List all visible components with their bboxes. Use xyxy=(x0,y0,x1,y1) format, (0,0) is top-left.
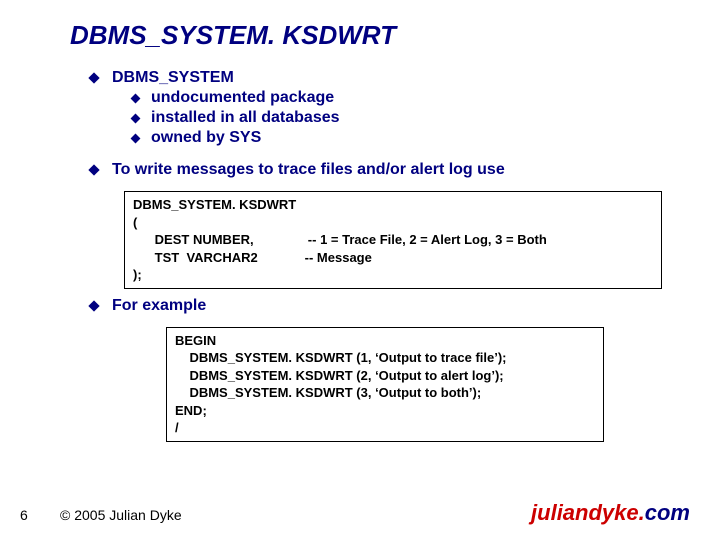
bullet-level1: DBMS_SYSTEM undocumented package install… xyxy=(90,69,680,149)
bullet-level1: To write messages to trace files and/or … xyxy=(90,161,680,179)
bullet-icon xyxy=(88,164,99,175)
code-block-example: BEGIN DBMS_SYSTEM. KSDWRT (1, ‘Output to… xyxy=(166,327,604,442)
slide-title: DBMS_SYSTEM. KSDWRT xyxy=(70,20,680,51)
footer: 6 © 2005 Julian Dyke juliandyke.com xyxy=(0,500,720,526)
bullet-text: To write messages to trace files and/or … xyxy=(112,161,505,179)
page-number: 6 xyxy=(20,507,60,523)
bullet-text: undocumented package xyxy=(151,89,334,107)
bullet-icon xyxy=(88,72,99,83)
bullet-level2: installed in all databases xyxy=(132,109,680,127)
bullet-level2: owned by SYS xyxy=(132,129,680,147)
brand: juliandyke.com xyxy=(531,500,690,526)
bullet-level1: For example xyxy=(90,297,680,315)
bullet-text: For example xyxy=(112,297,206,315)
bullet-icon xyxy=(131,134,141,144)
bullet-icon xyxy=(131,94,141,104)
brand-part-a: juliandyke. xyxy=(531,500,645,525)
copyright: © 2005 Julian Dyke xyxy=(60,507,531,523)
bullet-text: DBMS_SYSTEM xyxy=(112,69,680,87)
bullet-level2: undocumented package xyxy=(132,89,680,107)
bullet-icon xyxy=(88,300,99,311)
bullet-icon xyxy=(131,114,141,124)
bullet-text: installed in all databases xyxy=(151,109,340,127)
bullet-text: owned by SYS xyxy=(151,129,261,147)
code-block-signature: DBMS_SYSTEM. KSDWRT ( DEST NUMBER, -- 1 … xyxy=(124,191,662,289)
brand-part-b: com xyxy=(645,500,690,525)
